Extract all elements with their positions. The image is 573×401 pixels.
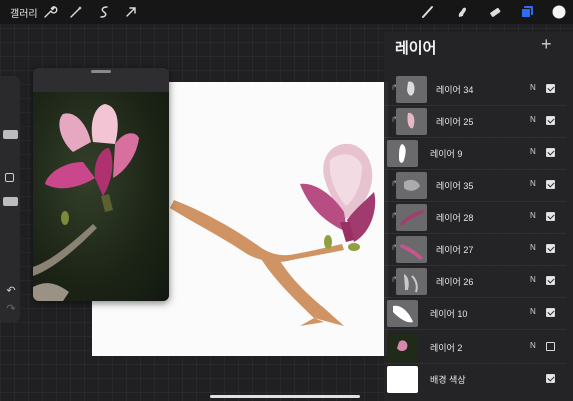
layer-row[interactable]: ↱ 레이어 25 N [384,106,566,138]
magic-wand-icon[interactable] [68,4,84,20]
layer-thumbnail [387,300,418,327]
blend-mode-label[interactable]: N [530,275,536,284]
layer-row[interactable]: ↱ 레이어 27 N [384,234,566,266]
redo-icon[interactable]: ↷ [4,302,18,316]
undo-icon[interactable]: ↶ [4,284,18,298]
layer-thumbnail [387,334,418,361]
layer-row[interactable]: 레이어 10 N [384,298,566,330]
blend-mode-label[interactable]: N [530,115,536,124]
layer-thumbnail [396,268,427,295]
layer-thumbnail [396,76,427,103]
layer-name: 레이어 28 [436,213,474,223]
layer-visibility-checkbox[interactable] [546,276,555,285]
blend-mode-label[interactable]: N [530,341,536,350]
layer-thumbnail [396,172,427,199]
blend-mode-label[interactable]: N [530,243,536,252]
blend-mode-label[interactable]: N [530,83,536,92]
layer-visibility-checkbox[interactable] [546,374,555,383]
home-indicator [210,395,360,398]
layer-thumbnail [387,140,418,167]
layer-row[interactable]: ↱ 레이어 28 N [384,202,566,234]
layer-name: 레이어 2 [430,343,463,353]
add-layer-button[interactable]: + [541,34,552,55]
layer-row[interactable]: 배경 색상 [384,364,566,395]
layer-name: 레이어 27 [436,245,474,255]
eraser-icon[interactable] [487,4,503,20]
layer-name: 배경 색상 [430,375,466,385]
brush-icon[interactable] [420,4,436,20]
layer-thumbnail [396,236,427,263]
layer-name: 레이어 25 [436,117,474,127]
layer-name: 레이어 34 [436,85,474,95]
layer-visibility-checkbox[interactable] [546,308,555,317]
modify-button[interactable] [5,173,14,182]
layer-row[interactable]: ↱ 레이어 34 N [384,74,566,106]
layer-row[interactable]: 레이어 9 N [384,138,566,170]
background-color-swatch[interactable] [387,366,418,393]
color-swatch-icon[interactable] [551,4,567,20]
layer-thumbnail [396,204,427,231]
layer-visibility-checkbox[interactable] [546,148,555,157]
layer-name: 레이어 9 [430,149,463,159]
layer-thumbnail [396,108,427,135]
layer-visibility-checkbox[interactable] [546,342,555,351]
layer-row[interactable]: ↱ 레이어 26 N [384,266,566,298]
blend-mode-label[interactable]: N [530,179,536,188]
layer-row[interactable]: 레이어 2 N [384,332,566,364]
layer-visibility-checkbox[interactable] [546,244,555,253]
layer-visibility-checkbox[interactable] [546,116,555,125]
reference-window[interactable] [33,68,169,301]
layer-row[interactable]: ↱ 레이어 35 N [384,170,566,202]
layers-icon[interactable] [519,4,535,20]
reference-photo [33,92,169,301]
smudge-icon[interactable] [454,4,470,20]
layers-panel-title: 레이어 [395,40,437,57]
blend-mode-label[interactable]: N [530,147,536,156]
layer-visibility-checkbox[interactable] [546,180,555,189]
blend-mode-label[interactable]: N [530,211,536,220]
brush-size-slider[interactable] [3,130,18,139]
top-toolbar: 갤러리 [0,0,573,24]
selection-icon[interactable] [96,4,112,20]
gallery-button[interactable]: 갤러리 [10,5,38,20]
opacity-slider[interactable] [3,197,18,206]
layer-name: 레이어 35 [436,181,474,191]
reference-window-handle[interactable] [91,70,111,73]
transform-arrow-icon[interactable] [123,4,139,20]
blend-mode-label[interactable]: N [530,307,536,316]
layer-visibility-checkbox[interactable] [546,84,555,93]
layer-visibility-checkbox[interactable] [546,212,555,221]
wrench-icon[interactable] [42,4,58,20]
layer-name: 레이어 10 [430,309,468,319]
left-sidebar: ↶ ↷ [0,76,20,322]
layer-name: 레이어 26 [436,277,474,287]
